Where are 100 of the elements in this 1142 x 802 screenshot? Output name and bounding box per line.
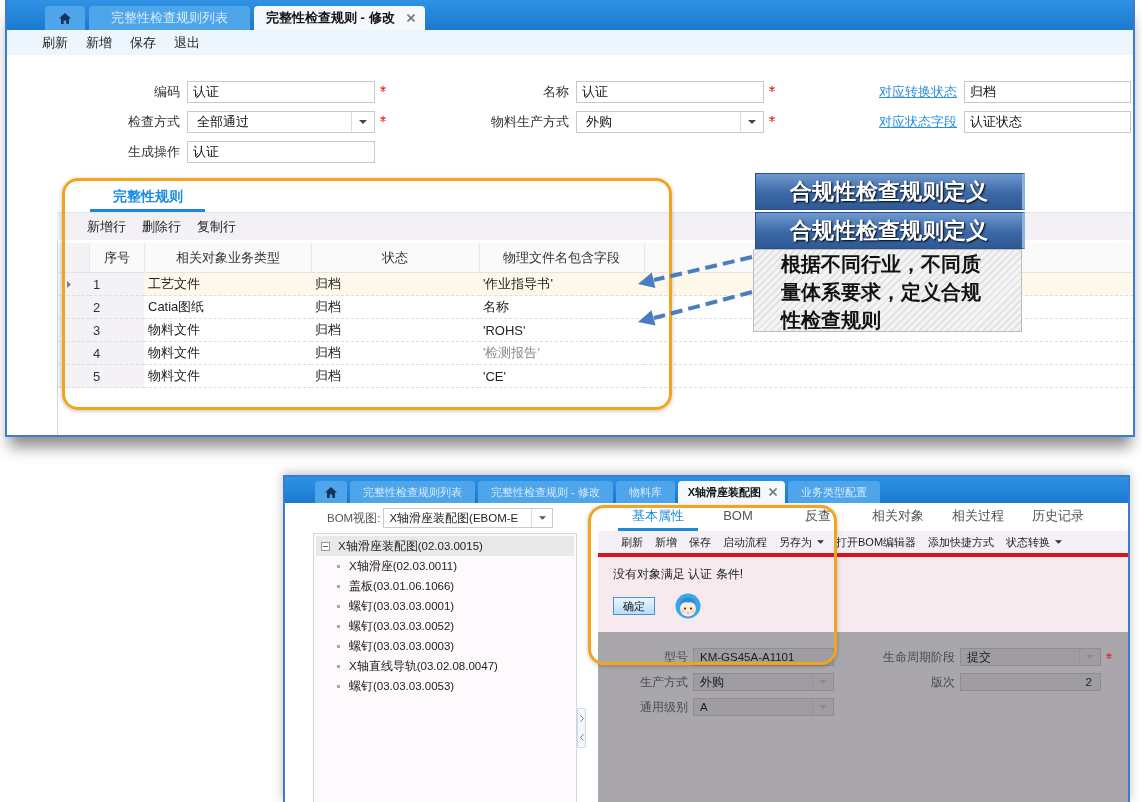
- tab[interactable]: BOM: [698, 503, 778, 531]
- caret-icon: [748, 120, 756, 124]
- input-field[interactable]: 认证: [187, 141, 375, 163]
- dropdown-field[interactable]: 提交: [960, 648, 1101, 666]
- toolbar-button[interactable]: 新增: [655, 534, 677, 550]
- toolbar-button[interactable]: 添加快捷方式: [928, 534, 995, 550]
- tab[interactable]: 历史记录: [1018, 503, 1098, 531]
- dropdown-field[interactable]: 外购: [693, 673, 834, 691]
- tab[interactable]: 相关过程: [938, 503, 1018, 531]
- close-icon[interactable]: [769, 488, 778, 496]
- table-row[interactable]: 4 物料文件 归档 '检测报告': [58, 341, 1133, 365]
- home-tab[interactable]: [315, 481, 347, 503]
- input-field[interactable]: 认证: [576, 81, 764, 103]
- field-label: 版次: [931, 674, 955, 690]
- table-cell: 5: [89, 364, 144, 388]
- tree-item[interactable]: 螺钉(03.03.03.0003): [316, 636, 574, 656]
- tab[interactable]: 反查: [778, 503, 858, 531]
- table-cell: 归档: [311, 341, 479, 365]
- dropdown-field[interactable]: A: [693, 698, 834, 716]
- table-cell: 物料文件: [144, 318, 311, 342]
- bullet-icon: [337, 624, 340, 628]
- caret-icon: [538, 516, 546, 520]
- tree-item[interactable]: 盖板(03.01.06.1066): [316, 576, 574, 596]
- toolbar-button[interactable]: 新增行: [87, 217, 126, 236]
- input-field[interactable]: 认证状态: [964, 111, 1131, 133]
- toolbar-button[interactable]: 退出: [174, 33, 200, 52]
- bullet-icon: [337, 684, 340, 688]
- tree-item[interactable]: X轴滑座装配图(02.03.0015): [316, 536, 574, 556]
- table-cell: 归档: [311, 318, 479, 342]
- input-field[interactable]: 归档: [964, 81, 1131, 103]
- field-label: 物料生产方式: [491, 113, 569, 131]
- callout-note: 根据不同行业，不同质量体系要求，定义合规性检查规则: [753, 249, 1022, 332]
- callout-title: 合规性检查规则定义: [755, 173, 1025, 210]
- toolbar-button[interactable]: 另存为: [779, 534, 824, 550]
- splitter-handle[interactable]: [577, 708, 586, 748]
- mascot-icon: [675, 593, 701, 619]
- chevron-right-icon: [579, 715, 584, 722]
- table-cell: 物料文件: [144, 364, 311, 388]
- column-header[interactable]: 物理文件名包含字段: [479, 243, 644, 273]
- tree-item[interactable]: 螺钉(03.03.03.0053): [316, 676, 574, 696]
- table-cell: '检测报告': [479, 341, 644, 365]
- table-cell: 2: [89, 295, 144, 319]
- tree-item[interactable]: X轴直线导轨(03.02.08.0047): [316, 656, 574, 676]
- table-cell: 3: [89, 318, 144, 342]
- table-cell: 4: [89, 341, 144, 365]
- field-label: 检查方式: [128, 113, 180, 131]
- table-row[interactable]: 5 物料文件 归档 'CE': [58, 364, 1133, 388]
- bullet-icon: [337, 644, 340, 648]
- column-header[interactable]: 状态: [311, 243, 479, 273]
- dropdown-field[interactable]: X轴滑座装配图(EBOM-E: [383, 508, 554, 528]
- tree-item[interactable]: X轴滑座(02.03.0011): [316, 556, 574, 576]
- table-cell: 归档: [311, 295, 479, 319]
- toolbar-button[interactable]: 保存: [689, 534, 711, 550]
- toolbar-button[interactable]: 复制行: [197, 217, 236, 236]
- bullet-icon: [337, 604, 340, 608]
- close-icon[interactable]: [406, 14, 415, 22]
- collapse-icon[interactable]: [321, 541, 330, 551]
- table-cell: 归档: [311, 364, 479, 388]
- toolbar-button[interactable]: 状态转换: [1006, 534, 1063, 550]
- dropdown-field[interactable]: 全部通过: [187, 111, 375, 133]
- column-header[interactable]: 序号: [89, 243, 144, 273]
- table-cell: 1: [89, 272, 144, 296]
- table-cell: Catia图纸: [144, 295, 311, 319]
- callout-title: 合规性检查规则定义: [755, 212, 1025, 249]
- dropdown-field[interactable]: 外购: [576, 111, 764, 133]
- message-text: 没有对象满足 认证 条件!: [613, 566, 743, 583]
- table-cell: 'CE': [479, 364, 644, 388]
- tab[interactable]: 相关对象: [858, 503, 938, 531]
- toolbar-button[interactable]: 保存: [130, 33, 156, 52]
- toolbar-button[interactable]: 刷新: [621, 534, 643, 550]
- field-link[interactable]: 对应状态字段: [879, 113, 957, 131]
- tab[interactable]: X轴滑座装配图: [677, 481, 786, 503]
- toolbar-button[interactable]: 启动流程: [723, 534, 767, 550]
- bullet-icon: [337, 664, 340, 668]
- field-label: 生产方式: [640, 674, 688, 690]
- toolbar-button[interactable]: 新增: [86, 33, 112, 52]
- field-label: 通用级别: [640, 699, 688, 715]
- bullet-icon: [337, 564, 340, 568]
- input-field[interactable]: 认证: [187, 81, 375, 103]
- field-label: 生成操作: [128, 143, 180, 161]
- table-cell: 工艺文件: [144, 272, 311, 296]
- home-icon: [59, 12, 71, 24]
- home-tab[interactable]: [45, 6, 85, 30]
- field-label: 生命周期阶段: [883, 649, 955, 665]
- tree-item[interactable]: 螺钉(03.03.03.0001): [316, 596, 574, 616]
- field-link[interactable]: 对应转换状态: [879, 83, 957, 101]
- column-header[interactable]: 相关对象业务类型: [144, 243, 311, 273]
- tree-item[interactable]: 螺钉(03.03.03.0052): [316, 616, 574, 636]
- ok-button[interactable]: 确定: [613, 597, 655, 615]
- home-icon: [325, 486, 337, 498]
- number-field[interactable]: 2: [960, 673, 1101, 691]
- chevron-left-icon: [579, 734, 584, 741]
- table-cell: 名称: [479, 295, 644, 319]
- toolbar-button[interactable]: 删除行: [142, 217, 181, 236]
- bullet-icon: [337, 584, 340, 588]
- table-cell: 归档: [311, 272, 479, 296]
- table-cell: 物料文件: [144, 341, 311, 365]
- toolbar-button[interactable]: 刷新: [42, 33, 68, 52]
- caret-icon: [359, 120, 367, 124]
- tab[interactable]: 完整性检查规则 - 修改: [254, 6, 425, 30]
